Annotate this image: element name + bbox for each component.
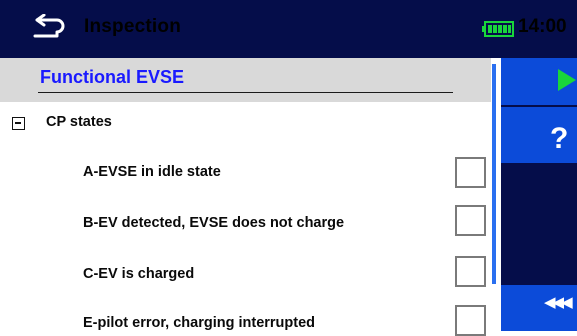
section-title[interactable]: Functional EVSE [40,67,184,88]
collapse-icon[interactable] [12,117,25,130]
item-checkbox[interactable] [455,205,486,236]
item-label: B-EV detected, EVSE does not charge [83,215,345,231]
section-underline [38,92,453,93]
item-checkbox[interactable] [455,256,486,287]
page-title: Inspection [84,16,182,37]
group-label-cp-states[interactable]: CP states [46,114,112,130]
item-label: C-EV is charged [83,266,195,282]
battery-icon [482,21,514,37]
item-label: A-EVSE in idle state [83,164,221,180]
clock: 14:00 [518,16,567,37]
question-icon: ? [550,122,569,155]
back-arrow-icon[interactable] [31,14,65,42]
play-icon [558,69,576,91]
item-label: E-pilot error, charging interrupted [83,315,316,331]
more-options-icon: ◀◀◀ [544,294,573,311]
item-checkbox[interactable] [455,305,486,336]
item-checkbox[interactable] [455,157,486,188]
scrollbar-thumb[interactable] [492,64,496,284]
